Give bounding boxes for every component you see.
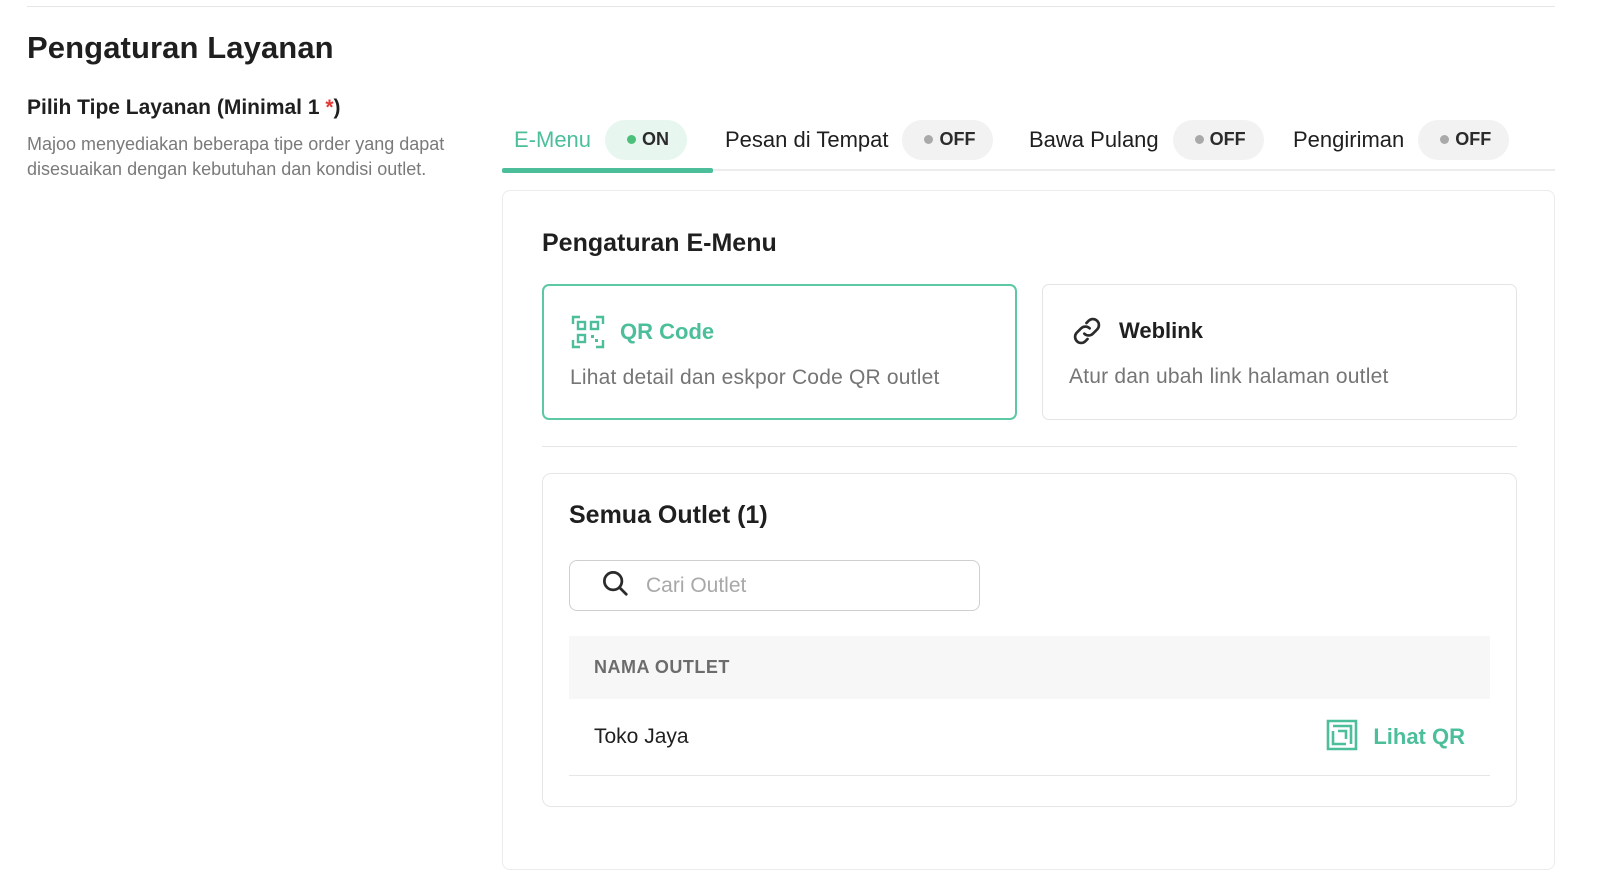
outlet-name: Toko Jaya <box>594 725 689 748</box>
status-dot <box>1194 135 1204 144</box>
emenu-settings-panel: Pengaturan E-Menu QR Code Lihat detail d… <box>502 190 1555 870</box>
tab-label: E-Menu <box>514 126 592 152</box>
link-icon <box>1069 313 1105 349</box>
tab-pengiriman[interactable]: Pengiriman OFF <box>1293 108 1510 171</box>
status-dot <box>627 135 637 144</box>
status-toggle[interactable]: OFF <box>902 119 994 160</box>
emenu-settings-title: Pengaturan E-Menu <box>542 229 777 257</box>
status-dot <box>924 135 934 144</box>
status-dot <box>1440 135 1450 144</box>
view-qr-button[interactable]: Lihat QR <box>1325 718 1465 757</box>
option-title: Weblink <box>1119 318 1203 343</box>
option-description: Lihat detail dan eskpor Code QR outlet <box>570 366 940 389</box>
service-tabs: E-Menu ON Pesan di Tempat OFF Bawa Pulan… <box>502 108 1555 173</box>
panel-divider <box>542 446 1517 447</box>
search-icon <box>600 568 630 603</box>
outlet-list-card: Semua Outlet (1) NAMA OUTLET Toko Jaya <box>542 473 1517 807</box>
status-toggle[interactable]: OFF <box>1418 119 1510 160</box>
service-type-description: Majoo menyediakan beberapa tipe order ya… <box>27 134 445 179</box>
status-toggle[interactable]: ON <box>605 119 688 160</box>
status-toggle[interactable]: OFF <box>1172 119 1264 160</box>
qr-code-option[interactable]: QR Code Lihat detail dan eskpor Code QR … <box>542 284 1017 420</box>
search-input[interactable] <box>646 573 946 598</box>
tab-bawa-pulang[interactable]: Bawa Pulang OFF <box>1029 108 1264 171</box>
tab-pesan-di-tempat[interactable]: Pesan di Tempat OFF <box>725 108 994 171</box>
service-type-label: Pilih Tipe Layanan (Minimal 1 *) <box>27 96 341 119</box>
service-type-section: Pilih Tipe Layanan (Minimal 1 *) Majoo m… <box>27 96 457 182</box>
option-description: Atur dan ubah link halaman outlet <box>1069 365 1389 388</box>
top-divider <box>27 6 1555 7</box>
required-mark: * <box>325 96 334 119</box>
tab-e-menu[interactable]: E-Menu ON <box>502 108 713 173</box>
tab-label: Pesan di Tempat <box>725 126 889 152</box>
table-header: NAMA OUTLET <box>569 636 1490 699</box>
option-header: QR Code <box>570 314 714 350</box>
tab-label: Pengiriman <box>1293 126 1405 152</box>
view-qr-label: Lihat QR <box>1373 724 1465 749</box>
qr-code-icon <box>570 314 606 350</box>
column-header-outlet-name: NAMA OUTLET <box>594 657 730 677</box>
outlet-list-title: Semua Outlet (1) <box>569 501 768 529</box>
table-row: Toko Jaya Lihat QR <box>569 699 1490 776</box>
option-header: Weblink <box>1069 313 1203 349</box>
outlet-search[interactable] <box>569 560 980 611</box>
page-title: Pengaturan Layanan <box>27 30 334 65</box>
option-title: QR Code <box>620 319 715 344</box>
tab-label: Bawa Pulang <box>1029 126 1159 152</box>
qr-frame-icon <box>1325 718 1359 757</box>
weblink-option[interactable]: Weblink Atur dan ubah link halaman outle… <box>1042 284 1517 420</box>
